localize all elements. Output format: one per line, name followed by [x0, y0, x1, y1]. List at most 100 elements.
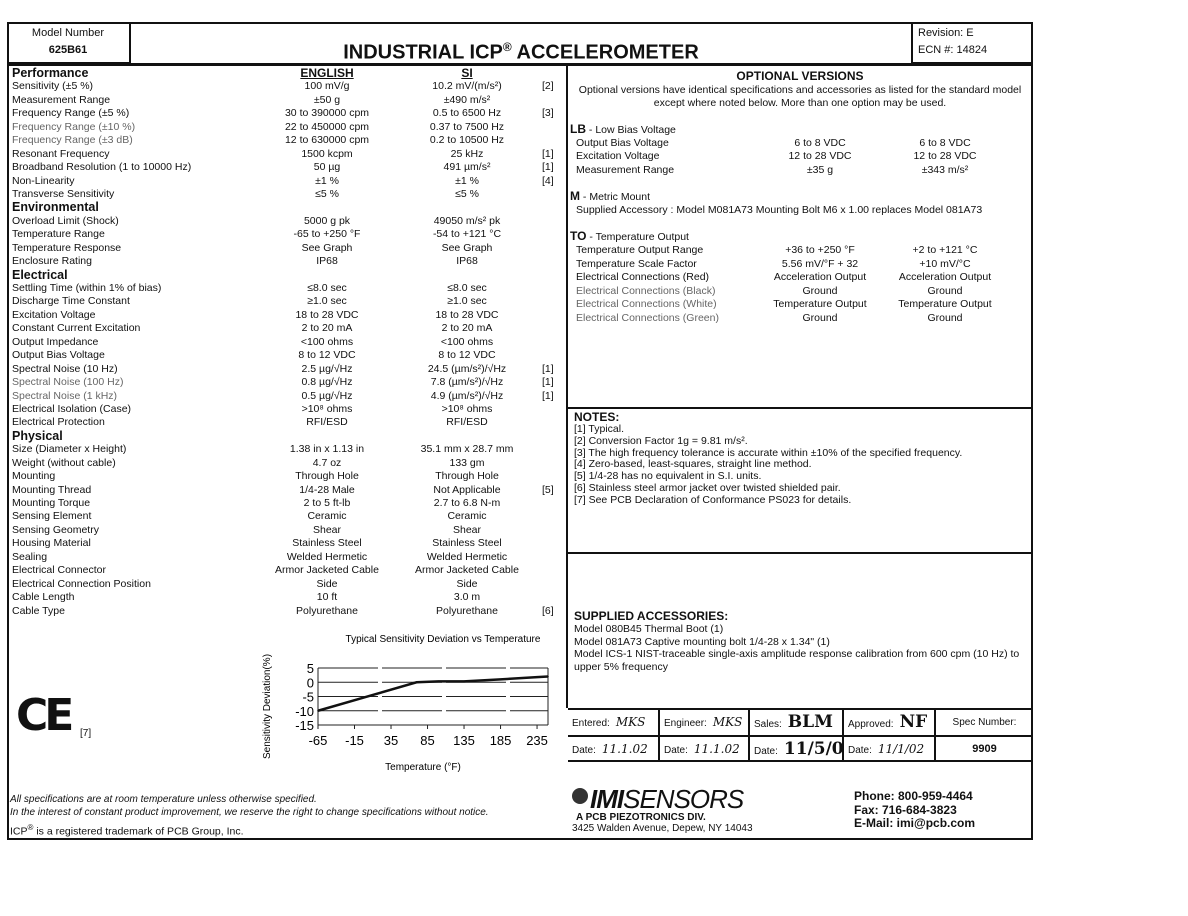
- option-spec-name: Temperature Output Range: [576, 244, 704, 257]
- si-column-header: SI: [461, 66, 473, 80]
- company-contact: Phone: 800-959-4464 Fax: 716-684-3823 E-…: [854, 789, 975, 831]
- option-group: LB - Low Bias Voltage Output Bias Voltage…: [570, 122, 1030, 177]
- sensitivity-temperature-chart: Typical Sensitivity Deviation vs Tempera…: [258, 630, 558, 780]
- spec-row: Sensitivity (±5 %) 100 mV/g 10.2 mV/(m/s²)…: [12, 80, 562, 93]
- option-si-value: 6 to 8 VDC: [919, 137, 971, 149]
- spec-si-value: Shear: [452, 523, 482, 536]
- option-label: - Metric Mount: [580, 191, 651, 204]
- x-tick-label: 85: [420, 733, 434, 748]
- x-tick-label: -15: [345, 733, 364, 748]
- accessory-item: Model 080B45 Thermal Boot (1): [574, 623, 724, 635]
- spec-number-cell: Spec Number:: [936, 710, 1033, 735]
- option-english-value: 5.56 mV/°F + 32: [781, 257, 859, 270]
- option-row: Excitation Voltage 12 to 28 VDC 12 to 28 V…: [570, 150, 1030, 163]
- option-row: Measurement Range ±35 g ±343 m/s²: [570, 164, 1030, 177]
- spec-si-value: ≤5 %: [455, 187, 479, 200]
- spec-row: Weight (without cable) 4.7 oz 133 gm: [12, 457, 562, 470]
- spec-sheet: Model Number 625B61 INDUSTRIAL ICP® ACCE…: [0, 0, 1188, 916]
- sensitivity-deviation-line: [317, 675, 549, 712]
- spec-name: Cable Type: [12, 604, 65, 617]
- spec-name: Settling Time (within 1% of bias): [12, 282, 162, 294]
- spec-row: Excitation Voltage 18 to 28 VDC 18 to 28 V…: [12, 309, 562, 322]
- ce-mark-icon: CE: [16, 690, 74, 741]
- spec-si-value: 2.7 to 6.8 N-m: [433, 497, 501, 509]
- option-row: Electrical Connections (Green) Ground Grou…: [570, 312, 1030, 325]
- date-value: 11.1.02: [693, 742, 740, 756]
- spec-note-ref: [6]: [542, 604, 554, 617]
- option-label: - Low Bias Voltage: [586, 124, 676, 136]
- option-si-value: +2 to +121 °C: [912, 244, 978, 257]
- spec-note-ref: [1]: [542, 389, 554, 402]
- spec-number-label: Spec Number:: [952, 717, 1017, 728]
- spec-row: Mounting Torque 2 to 5 ft-lb 2.7 to 6.8 N-…: [12, 497, 562, 510]
- footer-disclaimer: All specifications are at room temperatu…: [10, 794, 489, 819]
- spec-row: Cable Length 10 ft 3.0 m: [12, 591, 562, 604]
- y-tick-label: 5: [307, 661, 314, 676]
- section-title: Physical: [12, 428, 63, 443]
- option-spec-name: Excitation Voltage: [576, 150, 660, 163]
- option-si-value: +10 mV/°C: [919, 257, 971, 270]
- column-divider: [566, 66, 568, 708]
- spec-row: Output Impedance <100 ohms <100 ohms: [12, 336, 562, 349]
- spec-row: Settling Time (within 1% of bias) ≤8.0 se…: [12, 282, 562, 295]
- option-group-header: TO - Temperature Output: [570, 229, 1030, 244]
- option-si-value: Ground: [927, 311, 963, 324]
- date-cell-2: Date: 11.1.02: [660, 737, 750, 762]
- notes-section: NOTES: [1] Typical. [2] Conversion Factor…: [574, 410, 1029, 507]
- spec-si-value: <100 ohms: [440, 335, 494, 348]
- sales-signature: BLM: [787, 712, 833, 732]
- tm-text: is a registered trademark of PCB Group, …: [33, 825, 244, 838]
- date-label: Date:: [848, 745, 872, 756]
- option-english-value: ±35 g: [806, 163, 834, 176]
- option-si-value: Temperature Output: [898, 298, 992, 311]
- engineer-label: Engineer:: [664, 718, 707, 729]
- spec-si-value: Armor Jacketed Cable: [415, 564, 519, 577]
- document-title: INDUSTRIAL ICP® ACCELEROMETER: [131, 22, 911, 64]
- option-text: Supplied Accessory : Model M081A73 Mount…: [576, 204, 983, 217]
- note-item: [6] Stainless steel armor jacket over tw…: [574, 481, 841, 494]
- optional-versions-title: OPTIONAL VERSIONS: [736, 69, 864, 83]
- notes-title: NOTES:: [574, 410, 620, 424]
- spec-si-value: 0.5 to 6500 Hz: [432, 107, 502, 120]
- date-value: 11/5/02: [783, 739, 844, 759]
- specifications-table: Performance ENGLISH SI Sensitivity (±5 %) 10…: [12, 66, 562, 618]
- section-title: Performance: [12, 66, 89, 80]
- spec-row: Constant Current Excitation 2 to 20 mA 2 t…: [12, 322, 562, 335]
- date-label: Date:: [664, 745, 688, 756]
- date-cell-3: Date: 11/5/02: [750, 737, 844, 762]
- option-group: M - Metric Mount Supplied Accessory : Mod…: [570, 189, 1030, 217]
- title-suffix: ACCELEROMETER: [511, 41, 699, 64]
- y-tick-label: -5: [302, 690, 314, 705]
- spec-name: Overload Limit (Shock): [12, 214, 119, 227]
- model-number-box: Model Number 625B61: [7, 22, 131, 64]
- fax: Fax: 716-684-3823: [854, 802, 957, 817]
- spec-si-value: 7.8 (µm/s²)/√Hz: [430, 376, 504, 389]
- date-cell-4: Date: 11/1/02: [844, 737, 936, 762]
- spec-row: Resonant Frequency 1500 kcpm 25 kHz [1]: [12, 148, 562, 161]
- globe-logo-icon: [572, 788, 588, 804]
- date-label: Date:: [572, 745, 596, 756]
- chart-title: Typical Sensitivity Deviation vs Tempera…: [346, 634, 541, 645]
- spec-row: Electrical Isolation (Case) >10⁸ ohms >10⁸…: [12, 403, 562, 416]
- spec-si-value: >10⁸ ohms: [441, 402, 493, 415]
- email-link[interactable]: E-Mail: imi@pcb.com: [854, 816, 975, 831]
- approved-cell: Approved: NF: [844, 710, 936, 735]
- y-axis-label: Sensitivity Deviation(%): [262, 654, 273, 759]
- y-tick-label: -15: [295, 718, 314, 733]
- spec-name: Mounting: [12, 470, 56, 483]
- data-point: [547, 675, 549, 678]
- spec-si-value: ≤8.0 sec: [447, 282, 487, 294]
- spec-name: Measurement Range: [12, 93, 111, 106]
- spec-si-value: 133 gm: [449, 456, 485, 469]
- spec-row: Frequency Range (±3 dB) 12 to 630000 cpm 0…: [12, 134, 562, 147]
- spec-row: Frequency Range (±5 %) 30 to 390000 cpm 0.…: [12, 107, 562, 120]
- spec-name: Temperature Response: [12, 241, 122, 254]
- entered-label: Entered:: [572, 718, 610, 729]
- spec-si-value: -54 to +121 °C: [432, 228, 502, 241]
- approved-label: Approved:: [848, 719, 894, 730]
- spec-name: Size (Diameter x Height): [12, 443, 127, 456]
- spec-row: Electrical Connection Position Side Side: [12, 578, 562, 591]
- spec-name: Mounting Thread: [12, 483, 92, 496]
- tm-name: ICP: [10, 825, 28, 838]
- option-code: TO: [570, 229, 587, 244]
